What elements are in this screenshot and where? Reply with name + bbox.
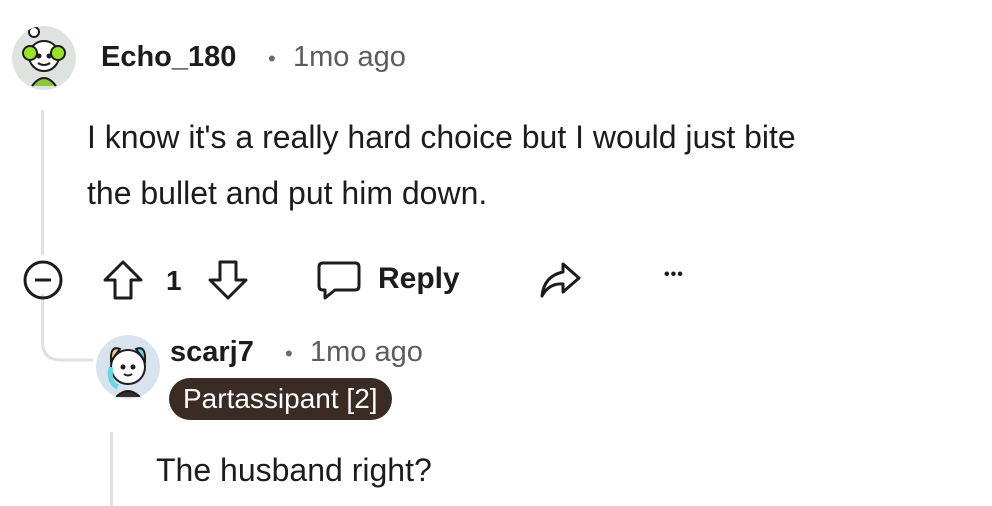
avatar[interactable] (12, 26, 76, 90)
user-flair-badge: Partassipant [2] (169, 378, 392, 420)
thread-line-main (41, 110, 44, 255)
downvote-icon[interactable] (206, 258, 250, 302)
collapse-icon[interactable] (22, 259, 64, 301)
snoo-headphones-avatar-icon (12, 26, 76, 90)
timestamp[interactable]: 1mo ago (310, 336, 423, 369)
thread-line-reply (110, 432, 113, 506)
reply-button[interactable]: Reply (378, 262, 460, 296)
meta-separator: • (268, 46, 276, 71)
thread-connector (41, 294, 93, 362)
username[interactable]: scarj7 (170, 336, 254, 369)
meta-separator: • (285, 341, 293, 366)
avatar[interactable] (96, 335, 160, 399)
share-icon[interactable] (537, 258, 583, 302)
comment-body-line-1: I know it's a really hard choice but I w… (87, 119, 796, 155)
comment-body-line-2: the bullet and put him down. (87, 175, 488, 211)
upvote-icon[interactable] (101, 258, 145, 302)
snoo-cat-avatar-icon (96, 335, 160, 399)
username[interactable]: Echo_180 (101, 41, 236, 74)
reply-icon[interactable] (315, 258, 363, 302)
comment-body: The husband right? (156, 452, 432, 488)
timestamp[interactable]: 1mo ago (293, 41, 406, 74)
vote-count: 1 (166, 265, 182, 296)
more-options-icon[interactable]: ••• (664, 266, 684, 284)
